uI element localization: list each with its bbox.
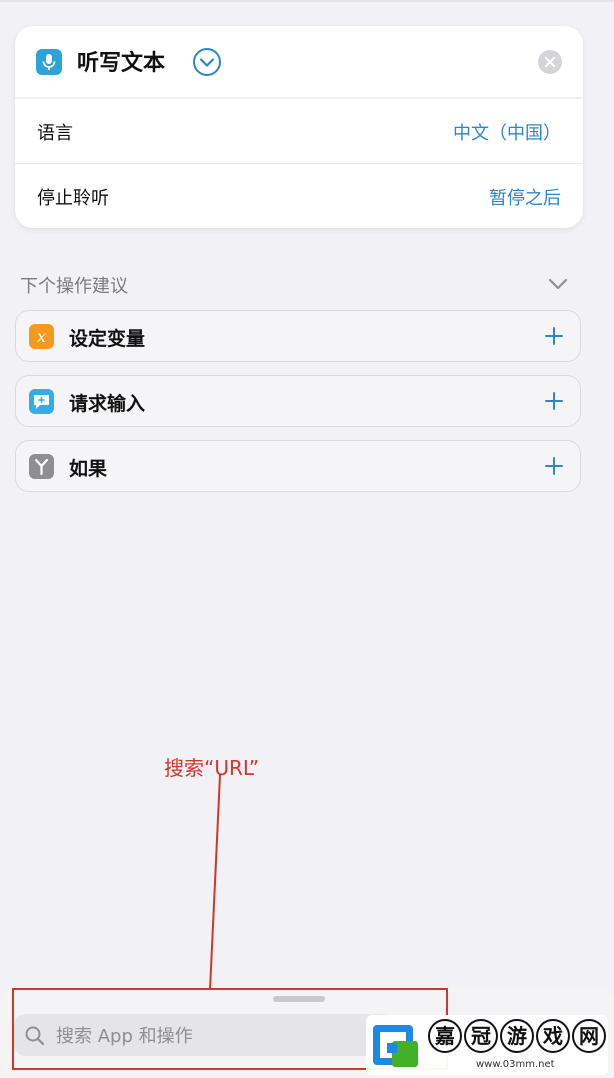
language-value[interactable]: 中文（中国） (453, 119, 561, 145)
variable-icon: x (29, 324, 54, 349)
suggestion-if[interactable]: 如果 (15, 440, 581, 492)
suggestion-label: 设定变量 (69, 328, 146, 350)
watermark-char: 网 (572, 1019, 606, 1053)
suggestion-label: 如果 (69, 458, 108, 480)
chevron-down-circle-icon[interactable] (192, 47, 222, 77)
watermark: 嘉冠游戏网 www.03mm.net (366, 1015, 608, 1075)
action-title: 听写文本 (77, 51, 166, 76)
suggestion-set-variable[interactable]: x 设定变量 (15, 310, 581, 362)
svg-text:x: x (37, 327, 46, 346)
add-icon[interactable] (541, 323, 567, 349)
watermark-url: www.03mm.net (476, 1059, 555, 1070)
stop-listening-label: 停止聆听 (37, 188, 109, 209)
suggestions-title: 下个操作建议 (20, 276, 128, 297)
chevron-down-icon[interactable] (546, 274, 570, 294)
watermark-char: 戏 (536, 1019, 570, 1053)
add-icon[interactable] (541, 453, 567, 479)
watermark-char: 嘉 (428, 1019, 462, 1053)
dictate-text-action-card[interactable]: 听写文本 语言 中文（中国） 停止聆听 暂停之后 (15, 26, 583, 228)
stop-listening-value[interactable]: 暂停之后 (489, 184, 561, 210)
branch-icon (29, 454, 54, 479)
suggestion-label: 请求输入 (69, 393, 146, 415)
language-row[interactable]: 语言 中文（中国） (15, 99, 583, 163)
add-icon[interactable] (541, 388, 567, 414)
watermark-logo-icon (370, 1019, 422, 1071)
suggestion-ask-for-input[interactable]: 请求输入 (15, 375, 581, 427)
remove-action-icon[interactable] (538, 50, 562, 74)
stop-listening-row[interactable]: 停止聆听 暂停之后 (15, 164, 583, 228)
action-card-header: 听写文本 (15, 26, 583, 98)
microphone-icon (36, 49, 62, 75)
top-divider (0, 0, 614, 2)
watermark-char: 游 (500, 1019, 534, 1053)
watermark-char: 冠 (464, 1019, 498, 1053)
language-label: 语言 (37, 123, 73, 144)
speech-bubble-icon (29, 389, 54, 414)
watermark-characters: 嘉冠游戏网 (428, 1019, 608, 1055)
